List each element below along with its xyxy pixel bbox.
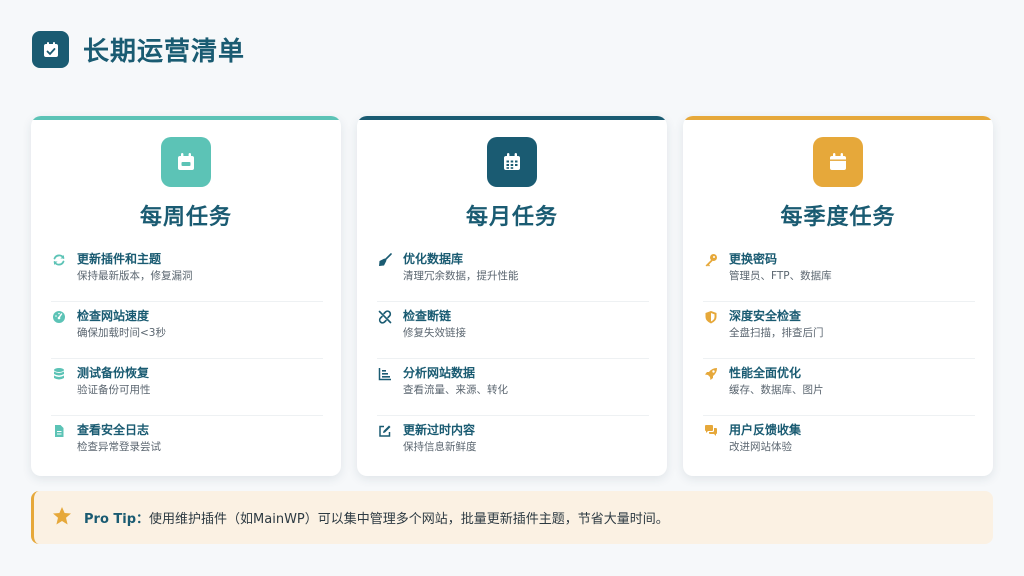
card-accent-bar xyxy=(357,116,667,120)
task-item: 更新插件和主题 保持最新版本，修复漏洞 xyxy=(51,245,323,302)
task-item: 查看安全日志 检查异常登录尝试 xyxy=(51,416,323,473)
file-icon xyxy=(51,423,67,439)
task-item: 性能全面优化 缓存、数据库、图片 xyxy=(703,359,975,416)
task-item: 用户反馈收集 改进网站体验 xyxy=(703,416,975,473)
task-desc: 验证备份可用性 xyxy=(77,384,151,396)
task-title: 用户反馈收集 xyxy=(729,423,802,437)
card-accent-bar xyxy=(683,116,993,120)
task-title: 分析网站数据 xyxy=(403,366,476,380)
gauge-icon xyxy=(51,309,67,325)
quarterly-card: 每季度任务 更换密码 管理员、FTP、数据库 深度安全检查 全盘扫描，排查后门 xyxy=(683,116,993,476)
calendar-week-icon xyxy=(161,137,211,187)
task-title: 检查网站速度 xyxy=(77,309,150,323)
task-desc: 改进网站体验 xyxy=(729,441,792,453)
shield-icon xyxy=(703,309,719,325)
tip-text-container: Pro Tip：使用维护插件（如MainWP）可以集中管理多个网站，批量更新插件… xyxy=(84,508,669,527)
task-item: 测试备份恢复 验证备份可用性 xyxy=(51,359,323,416)
task-title: 更新插件和主题 xyxy=(77,252,162,266)
task-item: 深度安全检查 全盘扫描，排查后门 xyxy=(703,302,975,359)
task-desc: 管理员、FTP、数据库 xyxy=(729,270,832,282)
tip-label: Pro Tip： xyxy=(84,512,150,527)
pro-tip-banner: Pro Tip：使用维护插件（如MainWP）可以集中管理多个网站，批量更新插件… xyxy=(31,491,993,544)
task-item: 更换密码 管理员、FTP、数据库 xyxy=(703,245,975,302)
task-title: 更换密码 xyxy=(729,252,778,266)
calendar-icon xyxy=(813,137,863,187)
bar-chart-icon xyxy=(377,366,393,382)
task-title: 优化数据库 xyxy=(403,252,464,266)
star-icon xyxy=(52,506,72,530)
database-icon xyxy=(51,366,67,382)
comments-icon xyxy=(703,423,719,439)
task-cards: 每周任务 更新插件和主题 保持最新版本，修复漏洞 检查网站速度 确保加载时间<3… xyxy=(31,116,993,476)
page-title: 长期运营清单 xyxy=(83,37,246,67)
task-title: 测试备份恢复 xyxy=(77,366,150,380)
weekly-card: 每周任务 更新插件和主题 保持最新版本，修复漏洞 检查网站速度 确保加载时间<3… xyxy=(31,116,341,476)
task-title: 深度安全检查 xyxy=(729,309,802,323)
task-desc: 缓存、数据库、图片 xyxy=(729,384,824,396)
sync-icon xyxy=(51,252,67,268)
calendar-check-icon xyxy=(32,31,69,68)
task-desc: 确保加载时间<3秒 xyxy=(77,327,166,339)
task-desc: 保持信息新鲜度 xyxy=(403,441,477,453)
card-accent-bar xyxy=(31,116,341,120)
unlink-icon xyxy=(377,309,393,325)
page-header: 长期运营清单 xyxy=(32,31,245,68)
edit-icon xyxy=(377,423,393,439)
rocket-icon xyxy=(703,366,719,382)
card-title: 每季度任务 xyxy=(780,205,896,230)
task-desc: 修复失效链接 xyxy=(403,327,466,339)
task-title: 性能全面优化 xyxy=(729,366,802,380)
task-item: 优化数据库 清理冗余数据，提升性能 xyxy=(377,245,649,302)
calendar-days-icon xyxy=(487,137,537,187)
task-desc: 全盘扫描，排查后门 xyxy=(729,327,824,339)
task-title: 更新过时内容 xyxy=(403,423,476,437)
task-desc: 保持最新版本，修复漏洞 xyxy=(77,270,193,282)
task-desc: 查看流量、来源、转化 xyxy=(403,384,508,396)
tip-text: 使用维护插件（如MainWP）可以集中管理多个网站，批量更新插件主题，节省大量时… xyxy=(149,512,669,527)
task-desc: 清理冗余数据，提升性能 xyxy=(403,270,519,282)
card-title: 每周任务 xyxy=(139,205,232,230)
task-item: 检查网站速度 确保加载时间<3秒 xyxy=(51,302,323,359)
task-item: 分析网站数据 查看流量、来源、转化 xyxy=(377,359,649,416)
key-icon xyxy=(703,252,719,268)
monthly-card: 每月任务 优化数据库 清理冗余数据，提升性能 检查断链 修复失效链接 分析网站数… xyxy=(357,116,667,476)
task-item: 检查断链 修复失效链接 xyxy=(377,302,649,359)
broom-icon xyxy=(377,252,393,268)
task-title: 检查断链 xyxy=(403,309,452,323)
task-title: 查看安全日志 xyxy=(77,423,150,437)
task-desc: 检查异常登录尝试 xyxy=(77,441,161,453)
card-title: 每月任务 xyxy=(465,205,558,230)
task-item: 更新过时内容 保持信息新鲜度 xyxy=(377,416,649,473)
